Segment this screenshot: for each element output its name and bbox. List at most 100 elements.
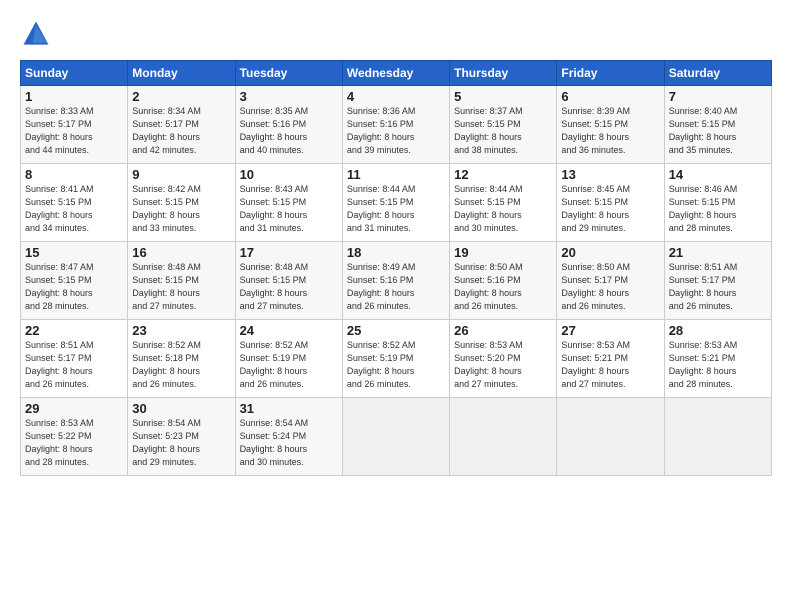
logo xyxy=(20,18,58,50)
week-row-4: 22Sunrise: 8:51 AMSunset: 5:17 PMDayligh… xyxy=(21,320,772,398)
calendar-cell: 19Sunrise: 8:50 AMSunset: 5:16 PMDayligh… xyxy=(450,242,557,320)
cell-details: Sunrise: 8:52 AMSunset: 5:19 PMDaylight:… xyxy=(240,339,338,391)
cell-details: Sunrise: 8:40 AMSunset: 5:15 PMDaylight:… xyxy=(669,105,767,157)
cell-details: Sunrise: 8:48 AMSunset: 5:15 PMDaylight:… xyxy=(132,261,230,313)
cell-details: Sunrise: 8:42 AMSunset: 5:15 PMDaylight:… xyxy=(132,183,230,235)
day-number: 15 xyxy=(25,245,123,260)
cell-details: Sunrise: 8:53 AMSunset: 5:21 PMDaylight:… xyxy=(669,339,767,391)
cell-details: Sunrise: 8:54 AMSunset: 5:23 PMDaylight:… xyxy=(132,417,230,469)
calendar-cell xyxy=(450,398,557,476)
cell-details: Sunrise: 8:48 AMSunset: 5:15 PMDaylight:… xyxy=(240,261,338,313)
cell-details: Sunrise: 8:53 AMSunset: 5:20 PMDaylight:… xyxy=(454,339,552,391)
calendar-cell: 17Sunrise: 8:48 AMSunset: 5:15 PMDayligh… xyxy=(235,242,342,320)
day-number: 10 xyxy=(240,167,338,182)
cell-details: Sunrise: 8:44 AMSunset: 5:15 PMDaylight:… xyxy=(454,183,552,235)
cell-details: Sunrise: 8:41 AMSunset: 5:15 PMDaylight:… xyxy=(25,183,123,235)
cell-details: Sunrise: 8:37 AMSunset: 5:15 PMDaylight:… xyxy=(454,105,552,157)
calendar-cell: 15Sunrise: 8:47 AMSunset: 5:15 PMDayligh… xyxy=(21,242,128,320)
cell-details: Sunrise: 8:50 AMSunset: 5:17 PMDaylight:… xyxy=(561,261,659,313)
calendar-cell: 9Sunrise: 8:42 AMSunset: 5:15 PMDaylight… xyxy=(128,164,235,242)
cell-details: Sunrise: 8:39 AMSunset: 5:15 PMDaylight:… xyxy=(561,105,659,157)
calendar-cell: 10Sunrise: 8:43 AMSunset: 5:15 PMDayligh… xyxy=(235,164,342,242)
day-number: 13 xyxy=(561,167,659,182)
week-row-1: 1Sunrise: 8:33 AMSunset: 5:17 PMDaylight… xyxy=(21,86,772,164)
cell-details: Sunrise: 8:51 AMSunset: 5:17 PMDaylight:… xyxy=(25,339,123,391)
calendar-cell: 14Sunrise: 8:46 AMSunset: 5:15 PMDayligh… xyxy=(664,164,771,242)
cell-details: Sunrise: 8:54 AMSunset: 5:24 PMDaylight:… xyxy=(240,417,338,469)
day-number: 27 xyxy=(561,323,659,338)
day-number: 16 xyxy=(132,245,230,260)
calendar-cell: 2Sunrise: 8:34 AMSunset: 5:17 PMDaylight… xyxy=(128,86,235,164)
day-number: 29 xyxy=(25,401,123,416)
day-number: 1 xyxy=(25,89,123,104)
calendar-cell: 20Sunrise: 8:50 AMSunset: 5:17 PMDayligh… xyxy=(557,242,664,320)
week-row-5: 29Sunrise: 8:53 AMSunset: 5:22 PMDayligh… xyxy=(21,398,772,476)
cell-details: Sunrise: 8:33 AMSunset: 5:17 PMDaylight:… xyxy=(25,105,123,157)
day-number: 28 xyxy=(669,323,767,338)
calendar-cell: 21Sunrise: 8:51 AMSunset: 5:17 PMDayligh… xyxy=(664,242,771,320)
calendar-cell: 8Sunrise: 8:41 AMSunset: 5:15 PMDaylight… xyxy=(21,164,128,242)
calendar-cell: 24Sunrise: 8:52 AMSunset: 5:19 PMDayligh… xyxy=(235,320,342,398)
day-number: 20 xyxy=(561,245,659,260)
day-number: 6 xyxy=(561,89,659,104)
cell-details: Sunrise: 8:43 AMSunset: 5:15 PMDaylight:… xyxy=(240,183,338,235)
day-number: 23 xyxy=(132,323,230,338)
calendar-cell: 4Sunrise: 8:36 AMSunset: 5:16 PMDaylight… xyxy=(342,86,449,164)
day-number: 11 xyxy=(347,167,445,182)
calendar-cell xyxy=(342,398,449,476)
calendar-cell: 11Sunrise: 8:44 AMSunset: 5:15 PMDayligh… xyxy=(342,164,449,242)
cell-details: Sunrise: 8:34 AMSunset: 5:17 PMDaylight:… xyxy=(132,105,230,157)
day-number: 21 xyxy=(669,245,767,260)
cell-details: Sunrise: 8:46 AMSunset: 5:15 PMDaylight:… xyxy=(669,183,767,235)
day-header-tuesday: Tuesday xyxy=(235,61,342,86)
day-number: 9 xyxy=(132,167,230,182)
header xyxy=(20,18,772,50)
day-header-sunday: Sunday xyxy=(21,61,128,86)
calendar-cell: 27Sunrise: 8:53 AMSunset: 5:21 PMDayligh… xyxy=(557,320,664,398)
calendar-cell: 23Sunrise: 8:52 AMSunset: 5:18 PMDayligh… xyxy=(128,320,235,398)
calendar-cell: 13Sunrise: 8:45 AMSunset: 5:15 PMDayligh… xyxy=(557,164,664,242)
cell-details: Sunrise: 8:44 AMSunset: 5:15 PMDaylight:… xyxy=(347,183,445,235)
cell-details: Sunrise: 8:51 AMSunset: 5:17 PMDaylight:… xyxy=(669,261,767,313)
day-header-thursday: Thursday xyxy=(450,61,557,86)
cell-details: Sunrise: 8:47 AMSunset: 5:15 PMDaylight:… xyxy=(25,261,123,313)
calendar-cell: 6Sunrise: 8:39 AMSunset: 5:15 PMDaylight… xyxy=(557,86,664,164)
day-number: 30 xyxy=(132,401,230,416)
day-number: 22 xyxy=(25,323,123,338)
header-row: SundayMondayTuesdayWednesdayThursdayFrid… xyxy=(21,61,772,86)
day-number: 31 xyxy=(240,401,338,416)
day-number: 17 xyxy=(240,245,338,260)
calendar-cell: 31Sunrise: 8:54 AMSunset: 5:24 PMDayligh… xyxy=(235,398,342,476)
calendar-cell: 25Sunrise: 8:52 AMSunset: 5:19 PMDayligh… xyxy=(342,320,449,398)
calendar-cell xyxy=(557,398,664,476)
cell-details: Sunrise: 8:36 AMSunset: 5:16 PMDaylight:… xyxy=(347,105,445,157)
day-number: 18 xyxy=(347,245,445,260)
page: SundayMondayTuesdayWednesdayThursdayFrid… xyxy=(0,0,792,612)
logo-icon xyxy=(20,18,52,50)
calendar-cell: 12Sunrise: 8:44 AMSunset: 5:15 PMDayligh… xyxy=(450,164,557,242)
day-header-friday: Friday xyxy=(557,61,664,86)
day-number: 2 xyxy=(132,89,230,104)
cell-details: Sunrise: 8:35 AMSunset: 5:16 PMDaylight:… xyxy=(240,105,338,157)
calendar-cell: 30Sunrise: 8:54 AMSunset: 5:23 PMDayligh… xyxy=(128,398,235,476)
day-header-wednesday: Wednesday xyxy=(342,61,449,86)
calendar-cell: 7Sunrise: 8:40 AMSunset: 5:15 PMDaylight… xyxy=(664,86,771,164)
day-number: 5 xyxy=(454,89,552,104)
calendar-table: SundayMondayTuesdayWednesdayThursdayFrid… xyxy=(20,60,772,476)
calendar-cell: 3Sunrise: 8:35 AMSunset: 5:16 PMDaylight… xyxy=(235,86,342,164)
day-header-monday: Monday xyxy=(128,61,235,86)
cell-details: Sunrise: 8:50 AMSunset: 5:16 PMDaylight:… xyxy=(454,261,552,313)
calendar-cell: 5Sunrise: 8:37 AMSunset: 5:15 PMDaylight… xyxy=(450,86,557,164)
day-number: 4 xyxy=(347,89,445,104)
day-number: 12 xyxy=(454,167,552,182)
day-number: 8 xyxy=(25,167,123,182)
cell-details: Sunrise: 8:49 AMSunset: 5:16 PMDaylight:… xyxy=(347,261,445,313)
calendar-cell: 18Sunrise: 8:49 AMSunset: 5:16 PMDayligh… xyxy=(342,242,449,320)
calendar-cell: 26Sunrise: 8:53 AMSunset: 5:20 PMDayligh… xyxy=(450,320,557,398)
calendar-cell: 1Sunrise: 8:33 AMSunset: 5:17 PMDaylight… xyxy=(21,86,128,164)
calendar-cell xyxy=(664,398,771,476)
day-number: 25 xyxy=(347,323,445,338)
week-row-2: 8Sunrise: 8:41 AMSunset: 5:15 PMDaylight… xyxy=(21,164,772,242)
day-number: 14 xyxy=(669,167,767,182)
cell-details: Sunrise: 8:52 AMSunset: 5:19 PMDaylight:… xyxy=(347,339,445,391)
